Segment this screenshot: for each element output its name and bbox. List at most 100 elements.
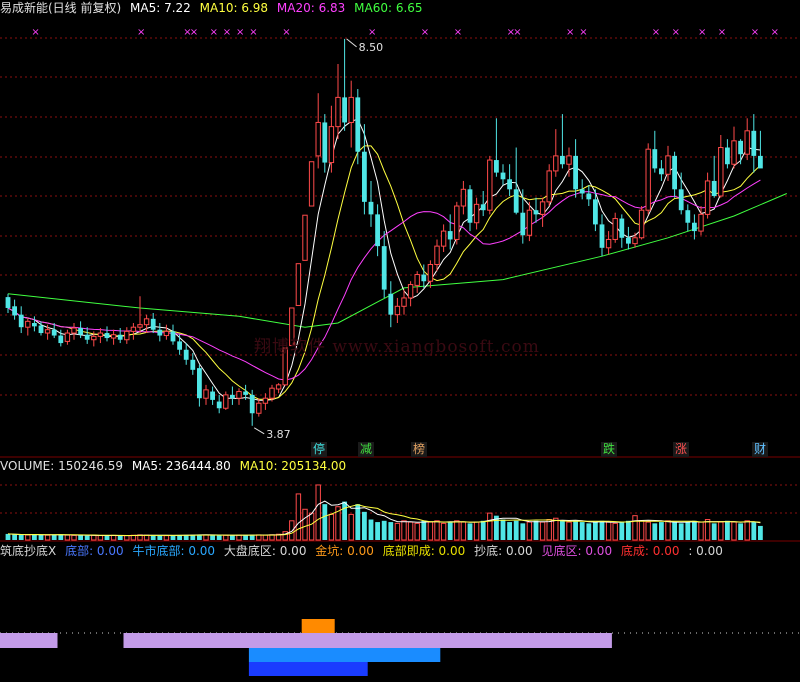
volume-ma5-readout: MA5: 236444.80: [131, 459, 231, 473]
indicator-chaodi: 抄底: 0.00: [474, 544, 533, 558]
candle-body: [678, 189, 684, 211]
ma20-readout: MA20: 6.83: [276, 1, 346, 15]
candle-body: [368, 201, 374, 215]
candle-body: [308, 161, 315, 207]
candle-body: [494, 160, 499, 173]
candle-body: [262, 397, 269, 404]
volume-bar: [295, 493, 302, 541]
candle-body: [427, 264, 434, 282]
candle-body: [513, 189, 519, 213]
cross-marker: ×: [513, 27, 521, 38]
candle-body: [473, 203, 480, 224]
candle-body: [751, 130, 757, 156]
candle-body: [197, 368, 202, 399]
cross-marker: ×: [454, 27, 462, 38]
candle-body: [110, 334, 117, 339]
cross-marker: ×: [236, 27, 244, 38]
volume-bar: [698, 521, 704, 541]
volume-bar: [110, 534, 117, 541]
indicator-bar-lavender: [0, 633, 58, 648]
candle-body: [672, 155, 677, 190]
candle-body: [190, 359, 196, 370]
cross-marker: ×: [249, 27, 257, 38]
candle-body: [78, 328, 83, 335]
ma60-readout: MA60: 6.65: [354, 1, 423, 15]
candle-body: [315, 121, 321, 157]
candle-body: [150, 318, 156, 330]
volume-bar: [520, 523, 526, 540]
volume-bar: [731, 521, 737, 541]
volume-bar: [599, 520, 605, 540]
volume-bar: [744, 520, 750, 541]
candle-body: [758, 155, 763, 169]
indicator-niushi-dibu: 牛市底部: 0.00: [132, 544, 216, 558]
tag-zhang[interactable]: 涨: [673, 442, 689, 457]
volume-bar: [315, 484, 321, 541]
volume-bar: [440, 522, 447, 541]
volume-grid: [0, 484, 800, 634]
volume-bar: [593, 522, 598, 540]
candle-body: [593, 199, 598, 225]
candle-body: [586, 193, 592, 200]
candle-body: [738, 140, 743, 155]
volume-bar: [44, 534, 51, 541]
volume-bar: [612, 522, 618, 541]
indicator-unnamed: : 0.00: [688, 544, 723, 558]
tag-cai[interactable]: 财: [752, 442, 768, 457]
candle-body: [58, 335, 64, 344]
volume-bar: [645, 521, 651, 541]
candle-body: [520, 212, 526, 236]
candle-body: [480, 204, 486, 211]
candle-body: [104, 333, 110, 339]
candle-body: [605, 238, 612, 249]
candle-body: [698, 213, 704, 232]
tag-die-label: 跌: [602, 442, 615, 456]
candle-body: [467, 189, 473, 223]
candle-body: [348, 96, 354, 123]
volume-bar: [328, 513, 335, 541]
tag-ting[interactable]: 停: [311, 442, 327, 457]
cross-marker: ×: [210, 27, 218, 38]
volume-bar: [447, 522, 453, 540]
volume-bar: [539, 521, 546, 541]
tag-bang[interactable]: 榜: [411, 442, 427, 457]
volume-bar: [210, 535, 215, 540]
tag-die[interactable]: 跌: [601, 442, 617, 457]
cross-marker: ×: [751, 27, 759, 38]
volume-bar: [473, 521, 480, 541]
candle-body: [553, 155, 559, 172]
volume-bar: [738, 523, 743, 540]
candle-body: [388, 293, 394, 315]
volume-bar: [18, 534, 24, 540]
candle-body: [97, 332, 104, 337]
volume-bar: [289, 520, 295, 541]
candle-body: [51, 329, 57, 336]
candle-body: [401, 297, 407, 307]
volume-bar: [632, 515, 638, 541]
indicator-dicheng: 底成: 0.00: [620, 544, 680, 558]
candle-body: [342, 97, 347, 123]
volume-bar: [480, 520, 486, 540]
candle-body: [177, 341, 182, 350]
watermark: 翔博软件 www.xiangbosoft.com: [254, 337, 540, 357]
volume-bar: [163, 535, 170, 541]
candle-body: [5, 297, 11, 308]
volume-bar: [5, 533, 11, 540]
volume-bar: [573, 520, 578, 540]
indicator-dapan-diqu: 大盘底区: 0.00: [223, 544, 307, 558]
volume-bar: [467, 523, 473, 540]
volume-bar: [362, 511, 367, 540]
tag-bang-label: 榜: [412, 442, 425, 456]
candle-body: [454, 205, 460, 240]
cross-marker: ×: [368, 27, 376, 38]
candle-body: [44, 329, 51, 334]
volume-readout: VOLUME: 150246.59: [0, 459, 123, 473]
volume-bar: [586, 523, 592, 540]
cross-marker: ×: [421, 27, 429, 38]
volume-bar: [124, 535, 130, 541]
candle-body: [243, 391, 248, 395]
tag-jian[interactable]: 减: [358, 442, 374, 457]
candle-body: [335, 96, 341, 128]
candle-body: [744, 130, 750, 155]
volume-bar: [38, 534, 44, 540]
